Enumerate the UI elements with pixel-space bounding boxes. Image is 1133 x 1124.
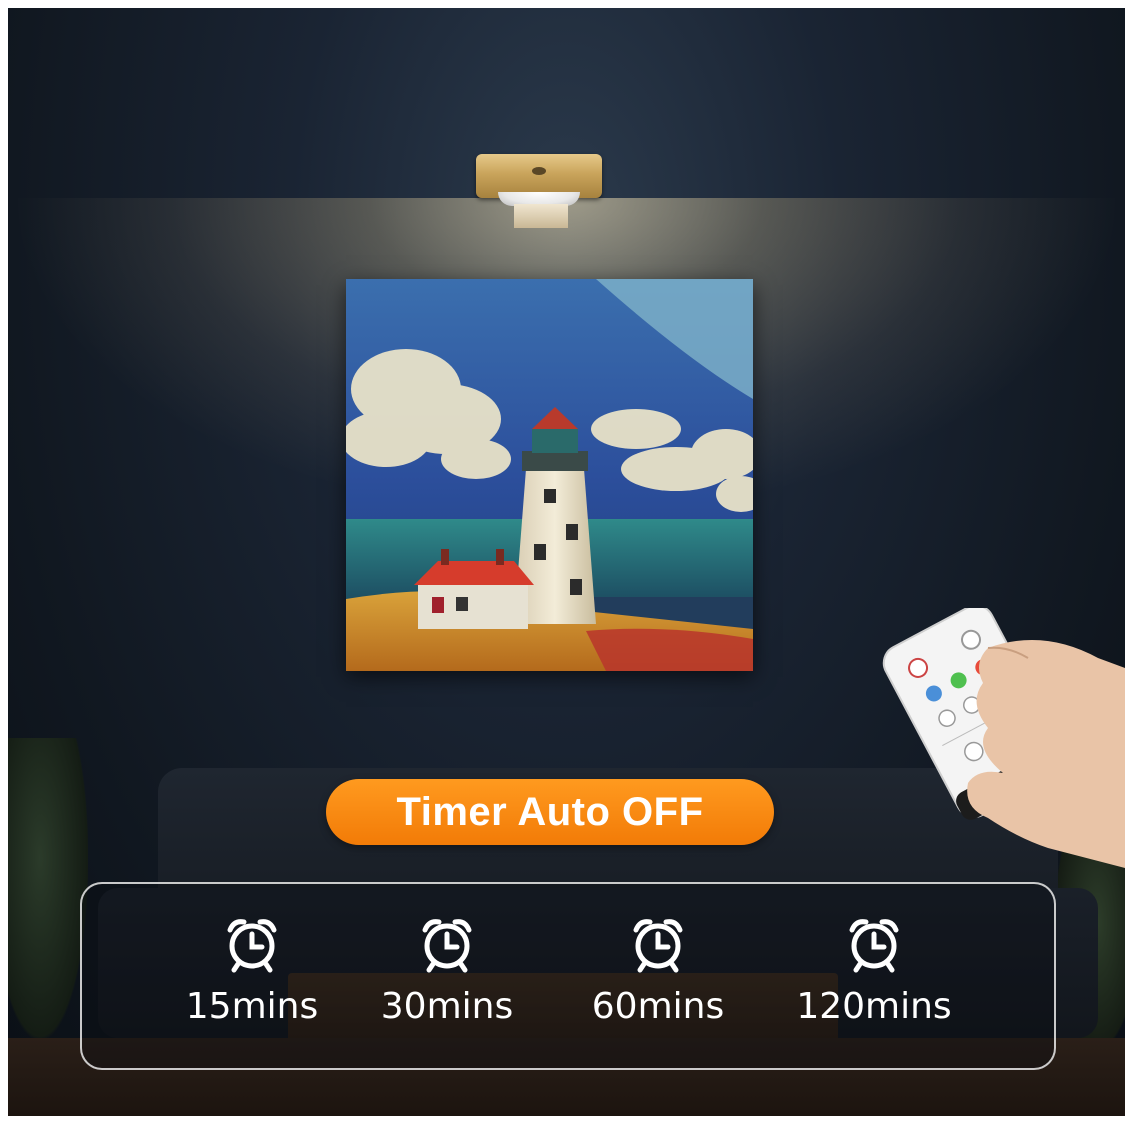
- alarm-clock-icon: [422, 919, 472, 973]
- spotlight-lamp: [476, 154, 602, 230]
- plant-left: [8, 738, 88, 1038]
- lamp-mount: [514, 204, 568, 228]
- timer-option-120: 120mins: [774, 914, 974, 1044]
- hand-with-remote: [868, 604, 1125, 868]
- remote-illustration: [882, 604, 1125, 868]
- timer-label: 60mins: [591, 986, 725, 1027]
- timer-option-15: 15mins: [152, 914, 352, 1044]
- alarm-clock-icon: [849, 919, 899, 973]
- lighthouse-painting: [346, 279, 753, 671]
- timer-auto-off-badge: Timer Auto OFF: [326, 779, 774, 845]
- timer-option-60: 60mins: [558, 914, 758, 1044]
- alarm-clock-icon: [227, 919, 277, 973]
- alarm-clock-icon: [633, 919, 683, 973]
- timer-label: 15mins: [185, 986, 319, 1027]
- lamp-sensor: [532, 167, 546, 175]
- timer-option-30: 30mins: [347, 914, 547, 1044]
- scene-photo: Timer Auto OFF 15mins 30mins 60mins 120m…: [8, 8, 1125, 1116]
- timer-options-panel: 15mins 30mins 60mins 120mins: [80, 882, 1056, 1070]
- painting-art: [346, 279, 753, 671]
- timer-label: 120mins: [796, 986, 952, 1027]
- timer-label: 30mins: [380, 986, 514, 1027]
